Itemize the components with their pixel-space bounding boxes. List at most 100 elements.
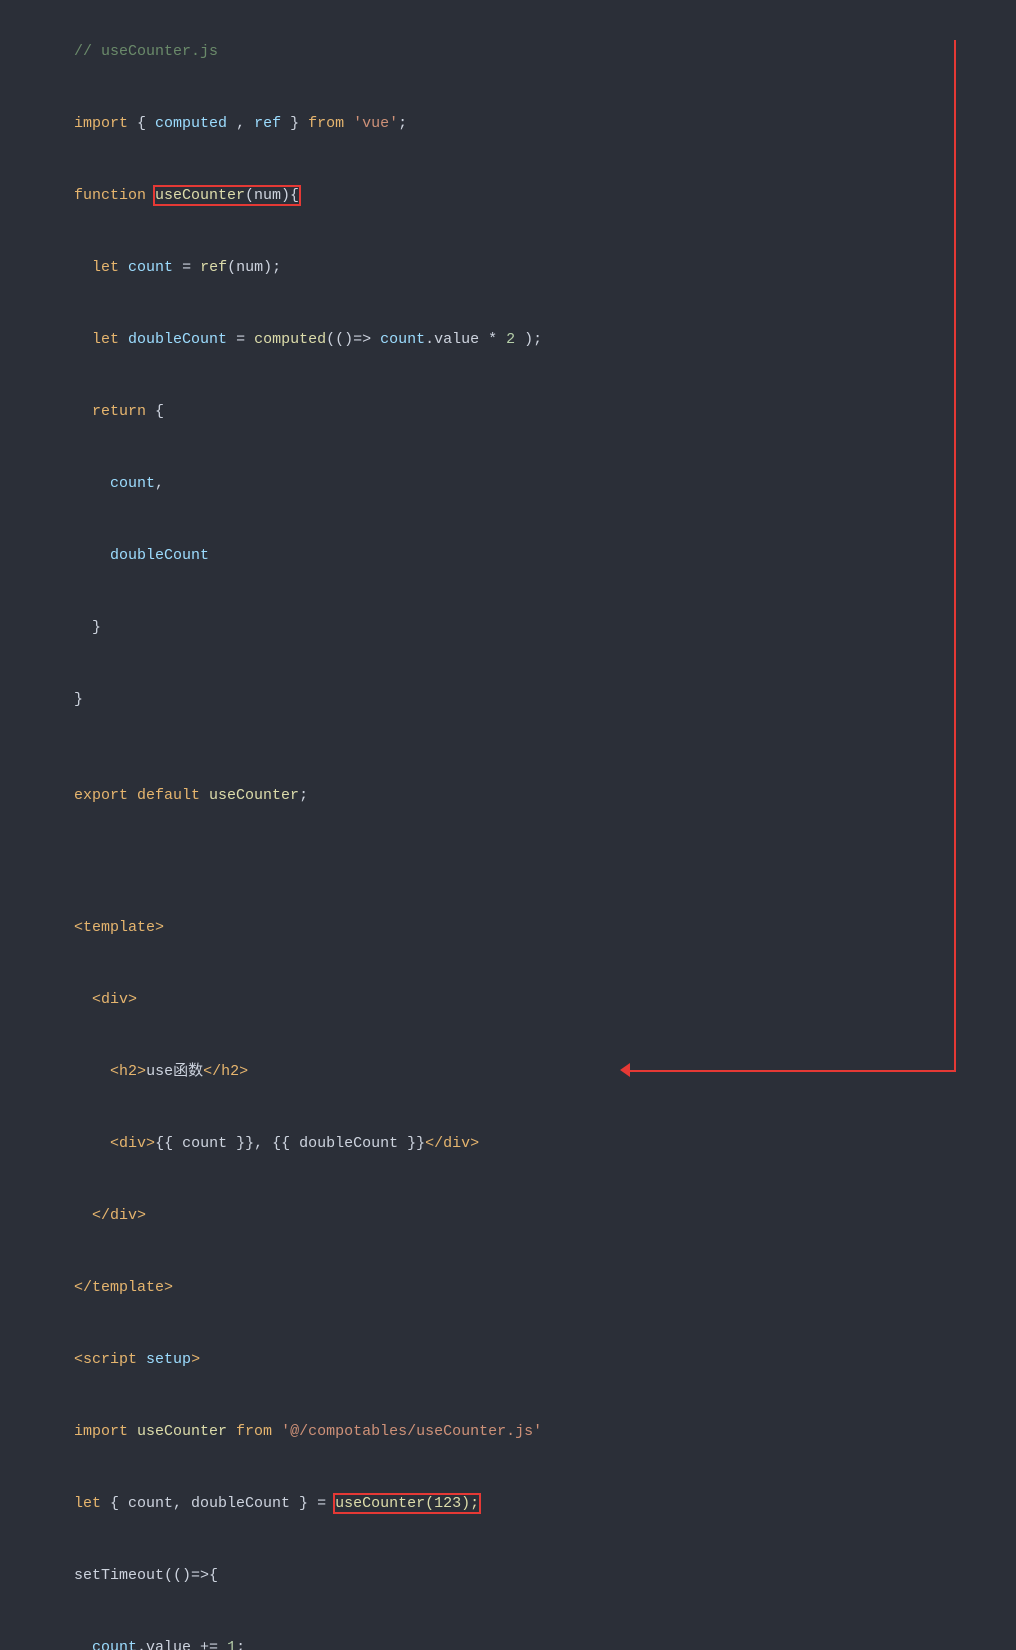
code-token: setTimeout(()=>{	[74, 1567, 218, 1584]
code-token: from	[227, 1423, 281, 1440]
code-line: <h2>use函数</h2>	[20, 1036, 996, 1108]
code-line: return {	[20, 376, 996, 448]
code-token: ;	[236, 1639, 245, 1650]
code-token: div	[110, 1207, 137, 1224]
code-token: doubleCount	[128, 331, 227, 348]
code-token: h2	[119, 1063, 137, 1080]
code-line: </template>	[20, 1252, 996, 1324]
code-token: </	[74, 1279, 92, 1296]
code-line: let count = ref(num);	[20, 232, 996, 304]
code-token: count	[92, 1639, 137, 1650]
code-line: function useCounter(num){	[20, 160, 996, 232]
code-token: {	[146, 403, 164, 420]
code-line: import useCounter from '@/compotables/us…	[20, 1396, 996, 1468]
code-token	[74, 331, 92, 348]
code-line: // useCounter.js	[20, 16, 996, 88]
code-token: </	[74, 1207, 110, 1224]
code-token: >	[470, 1135, 479, 1152]
code-token: count	[110, 475, 155, 492]
code-token: '@/compotables/useCounter.js'	[281, 1423, 542, 1440]
code-token: template	[92, 1279, 164, 1296]
code-token: useCounter	[155, 187, 245, 204]
code-token: <	[74, 1351, 83, 1368]
code-token: >	[164, 1279, 173, 1296]
code-token: from	[308, 115, 353, 132]
code-token: computed	[155, 115, 227, 132]
code-token: h2	[221, 1063, 239, 1080]
code-token: doubleCount	[110, 547, 209, 564]
bottom-section: <template> <div> <h2>use函数</h2> <div>{{ …	[0, 852, 1016, 1650]
code-token: }	[74, 619, 101, 636]
code-line: setTimeout(()=>{	[20, 1540, 996, 1612]
code-token: </	[425, 1135, 443, 1152]
code-token	[74, 475, 110, 492]
code-token: ,	[155, 475, 164, 492]
code-token: <	[74, 1063, 119, 1080]
code-token: .value +=	[137, 1639, 227, 1650]
code-line	[20, 868, 996, 892]
code-token: div	[119, 1135, 146, 1152]
code-line: <template>	[20, 892, 996, 964]
code-token: div	[101, 991, 128, 1008]
top-section: // useCounter.js import { computed , ref…	[0, 0, 1016, 852]
code-token: use函数	[146, 1063, 203, 1080]
code-token: export	[74, 787, 137, 804]
code-token	[74, 547, 110, 564]
code-token: import	[74, 1423, 137, 1440]
code-token: }	[74, 691, 83, 708]
code-token: return	[92, 403, 146, 420]
highlight-top-box: useCounter(num){	[155, 187, 299, 204]
code-token: =	[227, 331, 254, 348]
code-line: count.value += 1;	[20, 1612, 996, 1650]
code-line: export default useCounter;	[20, 760, 996, 832]
code-token: =	[173, 259, 200, 276]
code-token: useCounter(123);	[335, 1495, 479, 1512]
code-line: <script setup>	[20, 1324, 996, 1396]
code-token: import	[74, 115, 137, 132]
code-token: script	[83, 1351, 146, 1368]
code-token	[74, 259, 92, 276]
code-line: import { computed , ref } from 'vue';	[20, 88, 996, 160]
code-line: <div>{{ count }}, {{ doubleCount }}</div…	[20, 1108, 996, 1180]
code-token: setup	[146, 1351, 191, 1368]
code-line: </div>	[20, 1180, 996, 1252]
code-token: { count, doubleCount } =	[110, 1495, 335, 1512]
code-token: >	[239, 1063, 248, 1080]
highlight-bottom-box: useCounter(123);	[335, 1495, 479, 1512]
code-token: ;	[299, 787, 308, 804]
code-token: let	[92, 259, 128, 276]
code-token: >	[146, 1135, 155, 1152]
code-line: let doubleCount = computed(()=> count.va…	[20, 304, 996, 376]
code-token: default	[137, 787, 209, 804]
code-token: (num){	[245, 187, 299, 204]
code-token: >	[128, 991, 137, 1008]
code-token: {{ count }}, {{ doubleCount }}	[155, 1135, 425, 1152]
code-token: useCounter	[209, 787, 299, 804]
code-token: 1	[227, 1639, 236, 1650]
code-line: count,	[20, 448, 996, 520]
code-token: >	[137, 1063, 146, 1080]
code-token: ref	[254, 115, 281, 132]
code-line: }	[20, 664, 996, 736]
code-token: let	[92, 331, 128, 348]
code-token: <	[74, 991, 101, 1008]
code-token: <	[74, 1135, 119, 1152]
code-line: <div>	[20, 964, 996, 1036]
code-token	[74, 403, 92, 420]
code-token: template	[83, 919, 155, 936]
code-token: function	[74, 187, 155, 204]
code-token: >	[137, 1207, 146, 1224]
code-token: count	[380, 331, 425, 348]
code-token: 2	[506, 331, 515, 348]
code-token: (num);	[227, 259, 281, 276]
code-token: ref	[200, 259, 227, 276]
code-token	[74, 1639, 92, 1650]
code-token: div	[443, 1135, 470, 1152]
code-token: // useCounter.js	[74, 43, 218, 60]
code-token: let	[74, 1495, 110, 1512]
code-token: </	[203, 1063, 221, 1080]
code-token: >	[191, 1351, 200, 1368]
code-token: (()=>	[326, 331, 380, 348]
code-token: );	[515, 331, 542, 348]
code-token: ,	[227, 115, 254, 132]
